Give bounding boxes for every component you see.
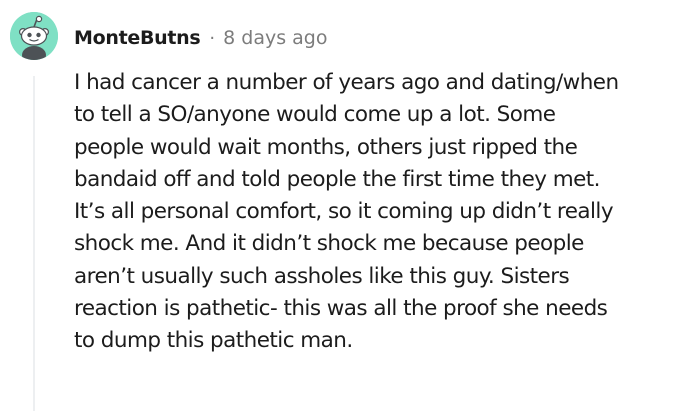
comment-text-line: to dump this pathetic man. [74, 328, 353, 354]
meta-separator: · [209, 27, 216, 49]
comment-body: I had cancer a number of years ago and d… [74, 67, 700, 358]
thread-line[interactable] [33, 76, 35, 411]
comment-header: MonteButns · 8 days ago [74, 22, 327, 54]
comment-text-line: It’s all personal comfort, so it coming … [74, 199, 614, 225]
snoo-avatar-icon [10, 12, 58, 60]
comment-text-line: aren’t usually such assholes like this g… [74, 263, 570, 289]
comment-timestamp[interactable]: 8 days ago [223, 27, 327, 49]
comment-text-line: I had cancer a number of years ago and d… [74, 70, 619, 95]
comment-text-line: people would wait months, others just ri… [74, 134, 578, 160]
comment-text-line: bandaid off and told people the first ti… [74, 166, 601, 192]
comment-text-line: to tell a SO/anyone would come up a lot.… [74, 102, 556, 128]
comment: MonteButns · 8 days ago I had cancer a n… [0, 0, 700, 411]
author-username[interactable]: MonteButns [74, 27, 201, 49]
avatar[interactable] [10, 12, 58, 60]
comment-text-line: reaction is pathetic- this was all the p… [74, 296, 608, 322]
comment-text-line: shock me. And it didn’t shock me because… [74, 231, 584, 257]
